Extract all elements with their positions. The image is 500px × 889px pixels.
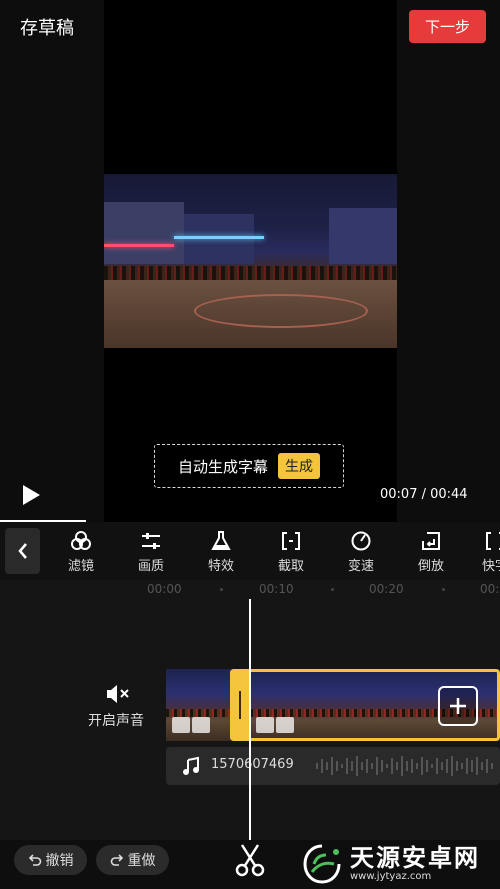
next-step-button[interactable]: 下一步 — [409, 10, 486, 43]
clip-mute-icon[interactable] — [172, 717, 190, 733]
undo-icon — [28, 854, 41, 866]
tool-label: 变速 — [347, 559, 374, 574]
video-frame — [104, 174, 397, 348]
flask-icon — [196, 530, 246, 552]
time-dot — [331, 588, 334, 591]
play-icon[interactable] — [20, 484, 42, 506]
timecode: 00:07 / 00:44 — [380, 487, 468, 502]
video-clip-track[interactable] — [166, 669, 500, 741]
music-note-icon — [183, 756, 199, 775]
crop-bracket-icon — [266, 530, 316, 552]
auto-subtitle-label: 自动生成字幕 — [177, 457, 268, 476]
music-track[interactable]: 1570607469 — [166, 747, 500, 785]
save-draft-button[interactable]: 存草稿 — [20, 14, 74, 40]
tool-effects[interactable]: 特效 — [196, 530, 246, 574]
watermark-logo-icon — [303, 844, 341, 884]
time-tick: 00:10 — [259, 582, 294, 596]
tool-filter[interactable]: 滤镜 — [56, 530, 106, 574]
playhead[interactable] — [249, 599, 251, 859]
chevron-left-icon — [17, 543, 27, 559]
watermark-url: www.jytyaz.com — [350, 871, 432, 882]
undo-button[interactable]: 撤销 — [14, 845, 87, 875]
tool-label: 截取 — [277, 559, 304, 574]
redo-icon — [110, 854, 123, 866]
sliders-icon — [126, 530, 176, 552]
tool-label: 快字 — [481, 559, 500, 574]
reverse-icon — [406, 530, 456, 552]
tool-speed[interactable]: 变速 — [336, 530, 386, 574]
toolbar-back-button[interactable] — [5, 528, 40, 574]
clip-volume-icon[interactable] — [192, 717, 210, 733]
tool-label: 滤镜 — [67, 559, 94, 574]
filter-icon — [56, 530, 106, 552]
auto-subtitle-box: 自动生成字幕 生成 — [154, 444, 344, 488]
redo-button[interactable]: 重做 — [96, 845, 169, 875]
redo-label: 重做 — [127, 853, 156, 869]
tool-label: 特效 — [207, 559, 234, 574]
speed-gauge-icon — [336, 530, 386, 552]
text-frame-icon — [470, 530, 500, 552]
tool-label: 画质 — [137, 559, 164, 574]
time-tick: 00:30 — [480, 582, 500, 596]
clip-trim-handle[interactable] — [230, 669, 250, 741]
generate-subtitle-button[interactable]: 生成 — [278, 453, 320, 479]
scissors-icon — [235, 844, 265, 877]
tool-label: 倒放 — [417, 559, 444, 574]
tool-reverse[interactable]: 倒放 — [406, 530, 456, 574]
time-dot — [442, 588, 445, 591]
mute-icon[interactable] — [105, 683, 131, 709]
add-clip-button[interactable] — [438, 686, 478, 726]
tool-quick-text[interactable]: 快字 — [470, 530, 500, 574]
tool-trim[interactable]: 截取 — [266, 530, 316, 574]
time-tick: 00:00 — [147, 582, 182, 596]
audio-waveform — [316, 756, 493, 776]
undo-label: 撤销 — [45, 853, 74, 869]
tool-quality[interactable]: 画质 — [126, 530, 176, 574]
split-button[interactable] — [232, 843, 268, 881]
time-tick: 00:20 — [369, 582, 404, 596]
site-watermark: 天源安卓网 www.jytyaz.com — [300, 838, 500, 889]
music-name: 1570607469 — [211, 757, 294, 772]
clip-audio-icons[interactable] — [172, 717, 210, 733]
time-dot — [220, 588, 223, 591]
enable-sound-label[interactable]: 开启声音 — [88, 710, 144, 730]
plus-icon — [450, 698, 466, 714]
watermark-name: 天源安卓网 — [350, 844, 480, 872]
